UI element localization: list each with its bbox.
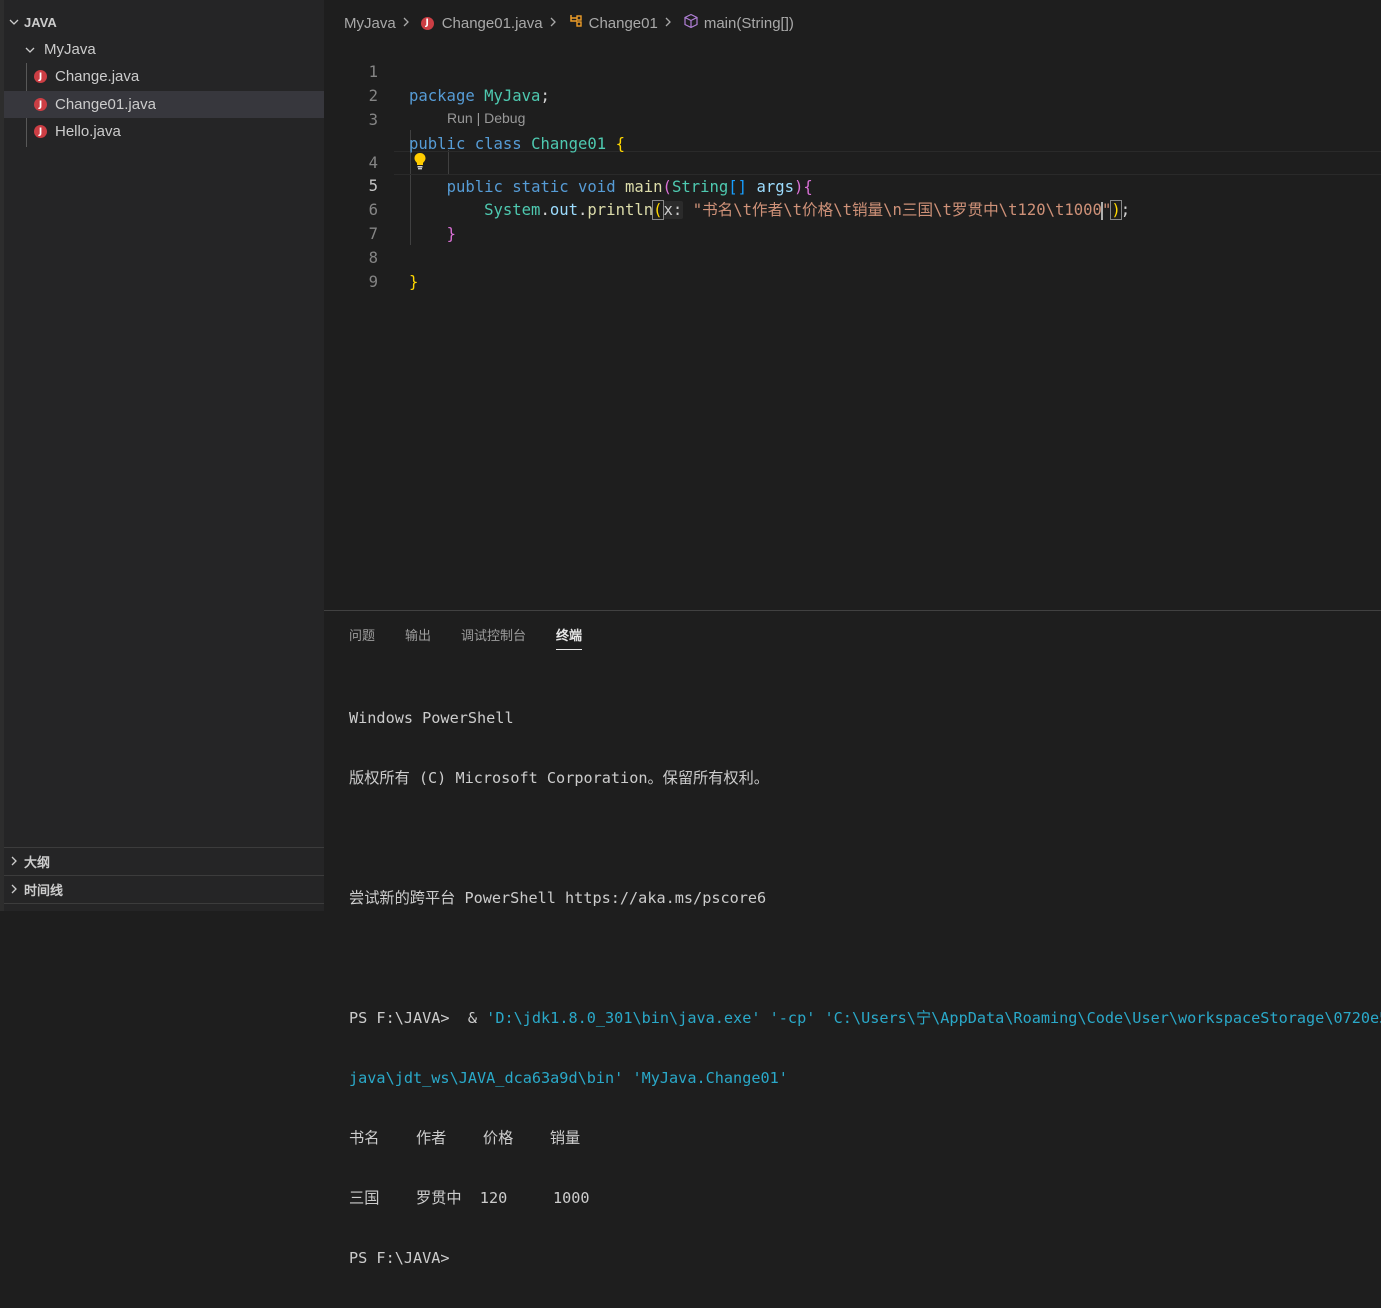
file-item-hello[interactable]: J Hello.java	[4, 118, 324, 145]
section-title: 大纲	[24, 854, 51, 870]
terminal-output-line: 书名 作者 价格 销量	[349, 1129, 581, 1147]
chevron-right-icon	[402, 15, 415, 32]
panel-tabs: 问题 输出 调试控制台 终端	[349, 625, 612, 650]
terminal-line: Windows PowerShell	[349, 709, 514, 727]
section-divider	[4, 903, 324, 904]
class-symbol-icon	[568, 13, 589, 33]
breadcrumb: MyJava J Change01.java Change01 main(Str…	[344, 12, 794, 34]
method-symbol-icon	[683, 13, 704, 33]
chevron-down-icon	[4, 16, 24, 28]
breadcrumb-class[interactable]: Change01	[589, 15, 658, 32]
codelens-run-debug[interactable]: Run | Debug	[447, 110, 525, 126]
section-title: JAVA	[24, 14, 57, 30]
code-line: 5 System.out.println(x: "书名\t作者\t价格\t销量\…	[324, 150, 1381, 220]
folder-myjava[interactable]: MyJava	[4, 36, 324, 63]
code-line: 9	[324, 246, 1381, 291]
terminal-command-line: java\jdt_ws\JAVA_dca63a9d\bin' 'MyJava.C…	[349, 1069, 788, 1087]
explorer-section-timeline[interactable]: 时间线	[4, 876, 324, 902]
tab-terminal[interactable]: 终端	[556, 625, 583, 650]
section-title: 时间线	[24, 882, 64, 898]
file-item-change[interactable]: J Change.java	[4, 63, 324, 90]
terminal-output-line: 三国 罗贯中 120 1000	[349, 1189, 590, 1207]
breadcrumb-folder[interactable]: MyJava	[344, 15, 396, 32]
explorer-section-java[interactable]: JAVA	[4, 9, 324, 35]
code-line: 2	[324, 60, 1381, 105]
code-text: }	[409, 273, 419, 291]
chevron-right-icon	[4, 855, 24, 867]
java-file-icon: J	[34, 98, 47, 111]
code-line: 8 }	[324, 222, 1381, 291]
code-editor[interactable]: MyJava J Change01.java Change01 main(Str…	[324, 0, 1381, 610]
chevron-down-icon	[24, 44, 44, 56]
terminal-command-line: PS F:\JAVA> & 'D:\jdk1.8.0_301\bin\java.…	[349, 1009, 1381, 1027]
tab-problems[interactable]: 问题	[349, 625, 375, 649]
code-line: 6 }	[324, 174, 1381, 243]
bottom-panel: 问题 输出 调试控制台 终端 Windows PowerShell 版权所有 (…	[324, 610, 1381, 1267]
code-line: 3 public class Change01 {	[324, 84, 1381, 153]
explorer-sidebar: JAVA MyJava J Change.java J Change01.jav…	[0, 0, 324, 911]
java-file-icon: J	[34, 70, 47, 83]
chevron-right-icon	[664, 15, 677, 32]
code-line: 1 package MyJava;	[324, 36, 1381, 105]
terminal-prompt: PS F:\JAVA>	[349, 1249, 450, 1267]
code-line: 4 public static void main(String[] args)…	[324, 127, 1381, 196]
java-file-icon: J	[420, 16, 434, 30]
terminal-line: 版权所有 (C) Microsoft Corporation。保留所有权利。	[349, 769, 769, 787]
tab-output[interactable]: 输出	[405, 625, 431, 649]
breadcrumb-file[interactable]: Change01.java	[442, 15, 543, 32]
file-label: Change.java	[55, 68, 140, 85]
chevron-right-icon	[4, 883, 24, 895]
code-line: 7	[324, 198, 1381, 243]
tab-debug-console[interactable]: 调试控制台	[461, 625, 526, 649]
file-label: Hello.java	[55, 123, 121, 140]
file-label: Change01.java	[55, 96, 156, 113]
breadcrumb-method[interactable]: main(String[])	[704, 15, 794, 32]
terminal-line: 尝试新的跨平台 PowerShell https://aka.ms/pscore…	[349, 889, 767, 907]
chevron-right-icon	[549, 15, 562, 32]
file-item-change01[interactable]: J Change01.java	[4, 91, 324, 118]
explorer-section-outline[interactable]: 大纲	[4, 848, 324, 874]
terminal-output[interactable]: Windows PowerShell 版权所有 (C) Microsoft Co…	[349, 668, 1381, 1308]
line-number: 9	[368, 273, 378, 291]
folder-label: MyJava	[44, 41, 96, 58]
java-file-icon: J	[34, 125, 47, 138]
